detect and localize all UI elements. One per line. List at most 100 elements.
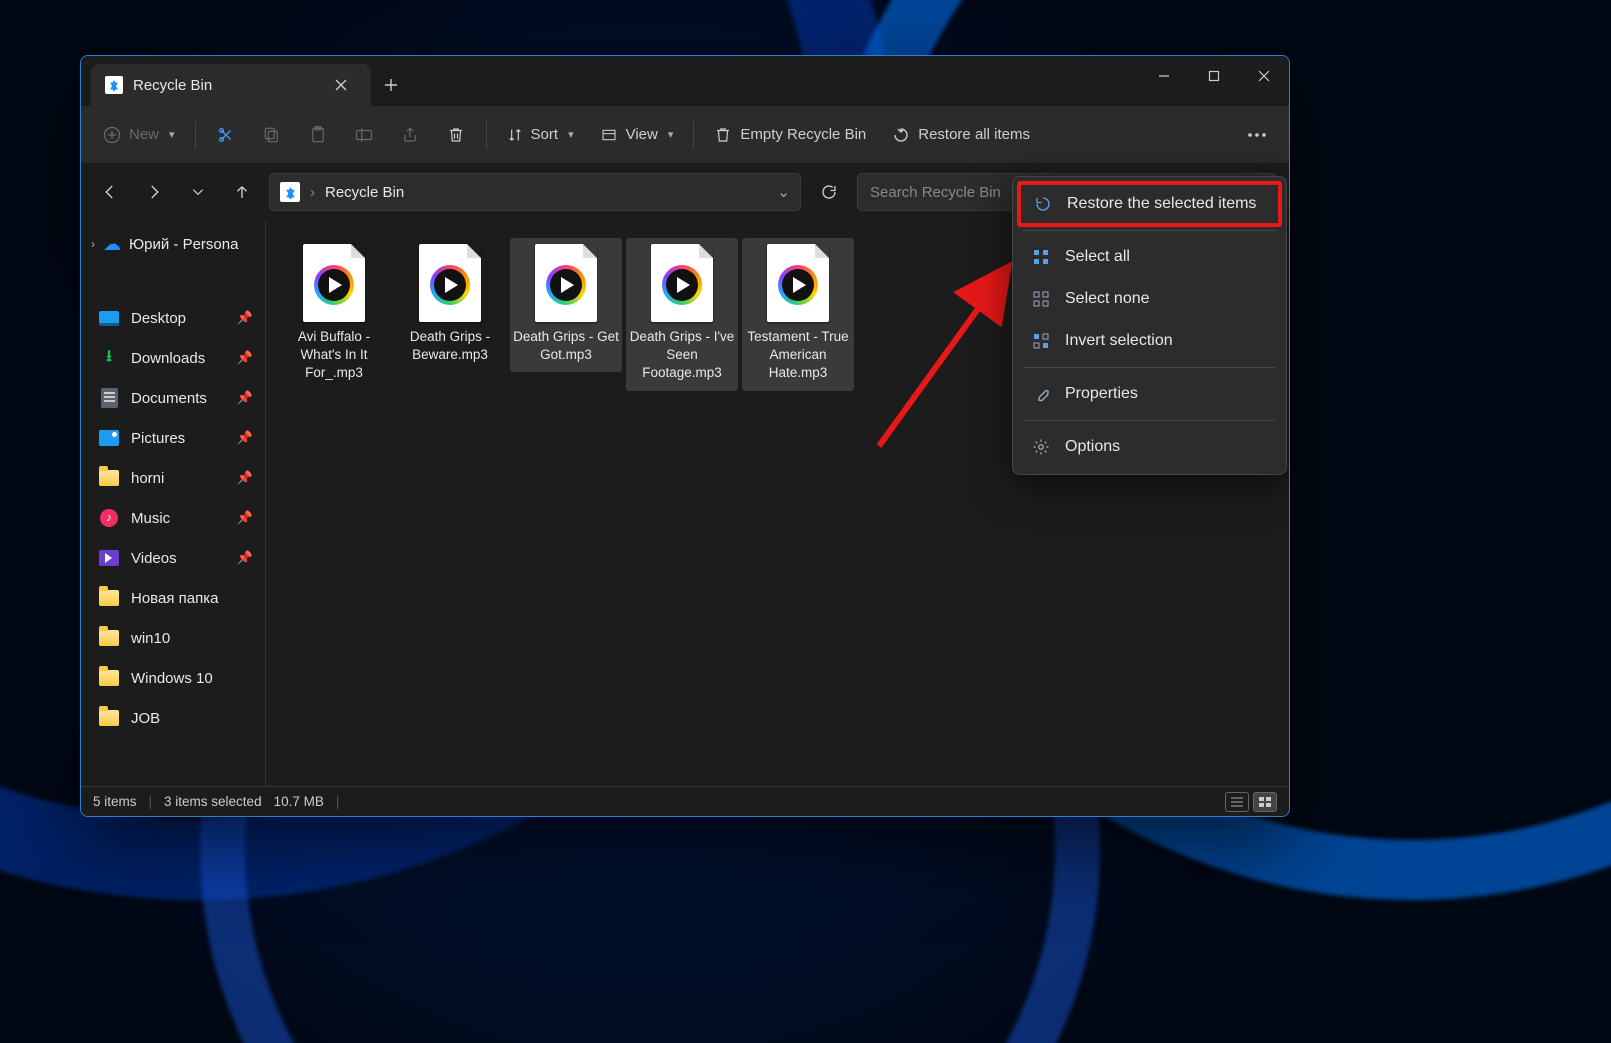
menu-select-all[interactable]: Select all xyxy=(1019,236,1280,278)
recent-locations-button[interactable] xyxy=(181,175,215,209)
menu-label: Select all xyxy=(1065,248,1130,266)
menu-label: Properties xyxy=(1065,385,1138,403)
pin-icon: 📌 xyxy=(237,550,253,566)
file-item[interactable]: Death Grips - Beware.mp3 xyxy=(394,238,506,372)
view-button[interactable]: View ▾ xyxy=(588,115,686,155)
menu-options[interactable]: Options xyxy=(1019,426,1280,468)
sidebar-item[interactable]: ♪Music📌 xyxy=(81,498,265,538)
sidebar-item-label: Windows 10 xyxy=(131,670,213,687)
breadcrumb-location[interactable]: Recycle Bin xyxy=(325,184,404,201)
address-bar[interactable]: › Recycle Bin ⌄ xyxy=(269,173,801,211)
invert-selection-icon xyxy=(1031,333,1051,349)
back-button[interactable] xyxy=(93,175,127,209)
rename-button[interactable] xyxy=(342,115,386,155)
copy-button[interactable] xyxy=(250,115,294,155)
status-count: 5 items xyxy=(93,794,137,809)
pin-icon: 📌 xyxy=(237,390,253,406)
select-none-icon xyxy=(1031,291,1051,307)
file-name: Death Grips - Beware.mp3 xyxy=(396,328,504,364)
menu-separator xyxy=(1023,230,1276,231)
icons-view-button[interactable] xyxy=(1253,792,1277,812)
sidebar-item[interactable]: Videos 📌 xyxy=(81,538,265,578)
sidebar-item[interactable]: horni📌 xyxy=(81,458,265,498)
chevron-down-icon: ▾ xyxy=(568,128,574,141)
toolbar-divider xyxy=(693,121,694,149)
cut-button[interactable] xyxy=(204,115,248,155)
status-selected: 3 items selected xyxy=(164,794,262,809)
onedrive-icon: ☁ xyxy=(103,234,121,255)
tab-close-button[interactable] xyxy=(327,71,355,99)
chevron-down-icon: ▾ xyxy=(668,128,674,141)
menu-label: Restore the selected items xyxy=(1067,195,1256,213)
file-thumbnail xyxy=(651,244,713,322)
sidebar-item[interactable]: Documents 📌 xyxy=(81,378,265,418)
minimize-button[interactable] xyxy=(1139,56,1189,96)
empty-recycle-bin-button[interactable]: Empty Recycle Bin xyxy=(702,115,878,155)
close-button[interactable] xyxy=(1239,56,1289,96)
menu-separator xyxy=(1023,367,1276,368)
sort-icon xyxy=(507,127,523,143)
restore-all-button[interactable]: Restore all items xyxy=(880,115,1042,155)
maximize-button[interactable] xyxy=(1189,56,1239,96)
context-menu: Restore the selected items Select all Se… xyxy=(1012,176,1287,475)
file-item[interactable]: Avi Buffalo - What's In It For_.mp3 xyxy=(278,238,390,391)
menu-properties[interactable]: Properties xyxy=(1019,373,1280,415)
sidebar-personal[interactable]: › ☁ Юрий - Persona xyxy=(81,224,265,264)
sidebar-item-label: JOB xyxy=(131,710,160,727)
sidebar-item-label: Desktop xyxy=(131,310,186,327)
tab-recycle-bin[interactable]: Recycle Bin xyxy=(91,64,371,106)
chevron-down-icon[interactable]: ⌄ xyxy=(777,183,790,201)
new-label: New xyxy=(129,126,159,143)
file-thumbnail xyxy=(303,244,365,322)
new-tab-button[interactable] xyxy=(371,64,411,106)
file-thumbnail xyxy=(419,244,481,322)
details-view-button[interactable] xyxy=(1225,792,1249,812)
menu-separator xyxy=(1023,420,1276,421)
forward-button[interactable] xyxy=(137,175,171,209)
new-button[interactable]: New ▾ xyxy=(91,115,187,155)
paste-button[interactable] xyxy=(296,115,340,155)
menu-label: Options xyxy=(1065,438,1120,456)
sidebar-item[interactable]: Pictures📌 xyxy=(81,418,265,458)
pin-icon: 📌 xyxy=(237,350,253,366)
view-label: View xyxy=(626,126,658,143)
sort-button[interactable]: Sort ▾ xyxy=(495,115,586,155)
sidebar-item[interactable]: win10 xyxy=(81,618,265,658)
share-button[interactable] xyxy=(388,115,432,155)
scissors-icon xyxy=(217,126,235,144)
menu-invert-selection[interactable]: Invert selection xyxy=(1019,320,1280,362)
sidebar-item[interactable]: JOB xyxy=(81,698,265,738)
menu-label: Select none xyxy=(1065,290,1150,308)
pin-icon: 📌 xyxy=(237,470,253,486)
gear-icon xyxy=(1031,438,1051,456)
sidebar-item[interactable]: Windows 10 xyxy=(81,658,265,698)
sidebar-item-label: Documents xyxy=(131,390,207,407)
toolbar-divider xyxy=(195,121,196,149)
titlebar: Recycle Bin xyxy=(81,56,1289,106)
status-separator: | xyxy=(336,794,340,809)
delete-button[interactable] xyxy=(434,115,478,155)
sidebar-item[interactable]: Desktop 📌 xyxy=(81,298,265,338)
refresh-button[interactable] xyxy=(811,174,847,210)
more-button[interactable] xyxy=(1235,115,1279,155)
ellipsis-icon xyxy=(1247,132,1267,138)
status-bar: 5 items | 3 items selected 10.7 MB | xyxy=(81,786,1289,816)
file-name: Testament - True American Hate.mp3 xyxy=(744,328,852,383)
play-icon xyxy=(662,265,702,305)
menu-select-none[interactable]: Select none xyxy=(1019,278,1280,320)
file-item[interactable]: Death Grips - Get Got.mp3 xyxy=(510,238,622,372)
play-icon xyxy=(430,265,470,305)
pin-icon: 📌 xyxy=(237,310,253,326)
file-item[interactable]: Testament - True American Hate.mp3 xyxy=(742,238,854,391)
rename-icon xyxy=(354,126,374,144)
file-item[interactable]: Death Grips - I've Seen Footage.mp3 xyxy=(626,238,738,391)
menu-restore-selected[interactable]: Restore the selected items xyxy=(1017,181,1282,227)
up-button[interactable] xyxy=(225,175,259,209)
file-name: Death Grips - I've Seen Footage.mp3 xyxy=(628,328,736,383)
status-size: 10.7 MB xyxy=(274,794,324,809)
chevron-down-icon: ▾ xyxy=(169,128,175,141)
sidebar-item[interactable]: ⭳Downloads📌 xyxy=(81,338,265,378)
sidebar-item-label: Videos xyxy=(131,550,177,567)
copy-icon xyxy=(263,126,281,144)
sidebar-item[interactable]: Новая папка xyxy=(81,578,265,618)
